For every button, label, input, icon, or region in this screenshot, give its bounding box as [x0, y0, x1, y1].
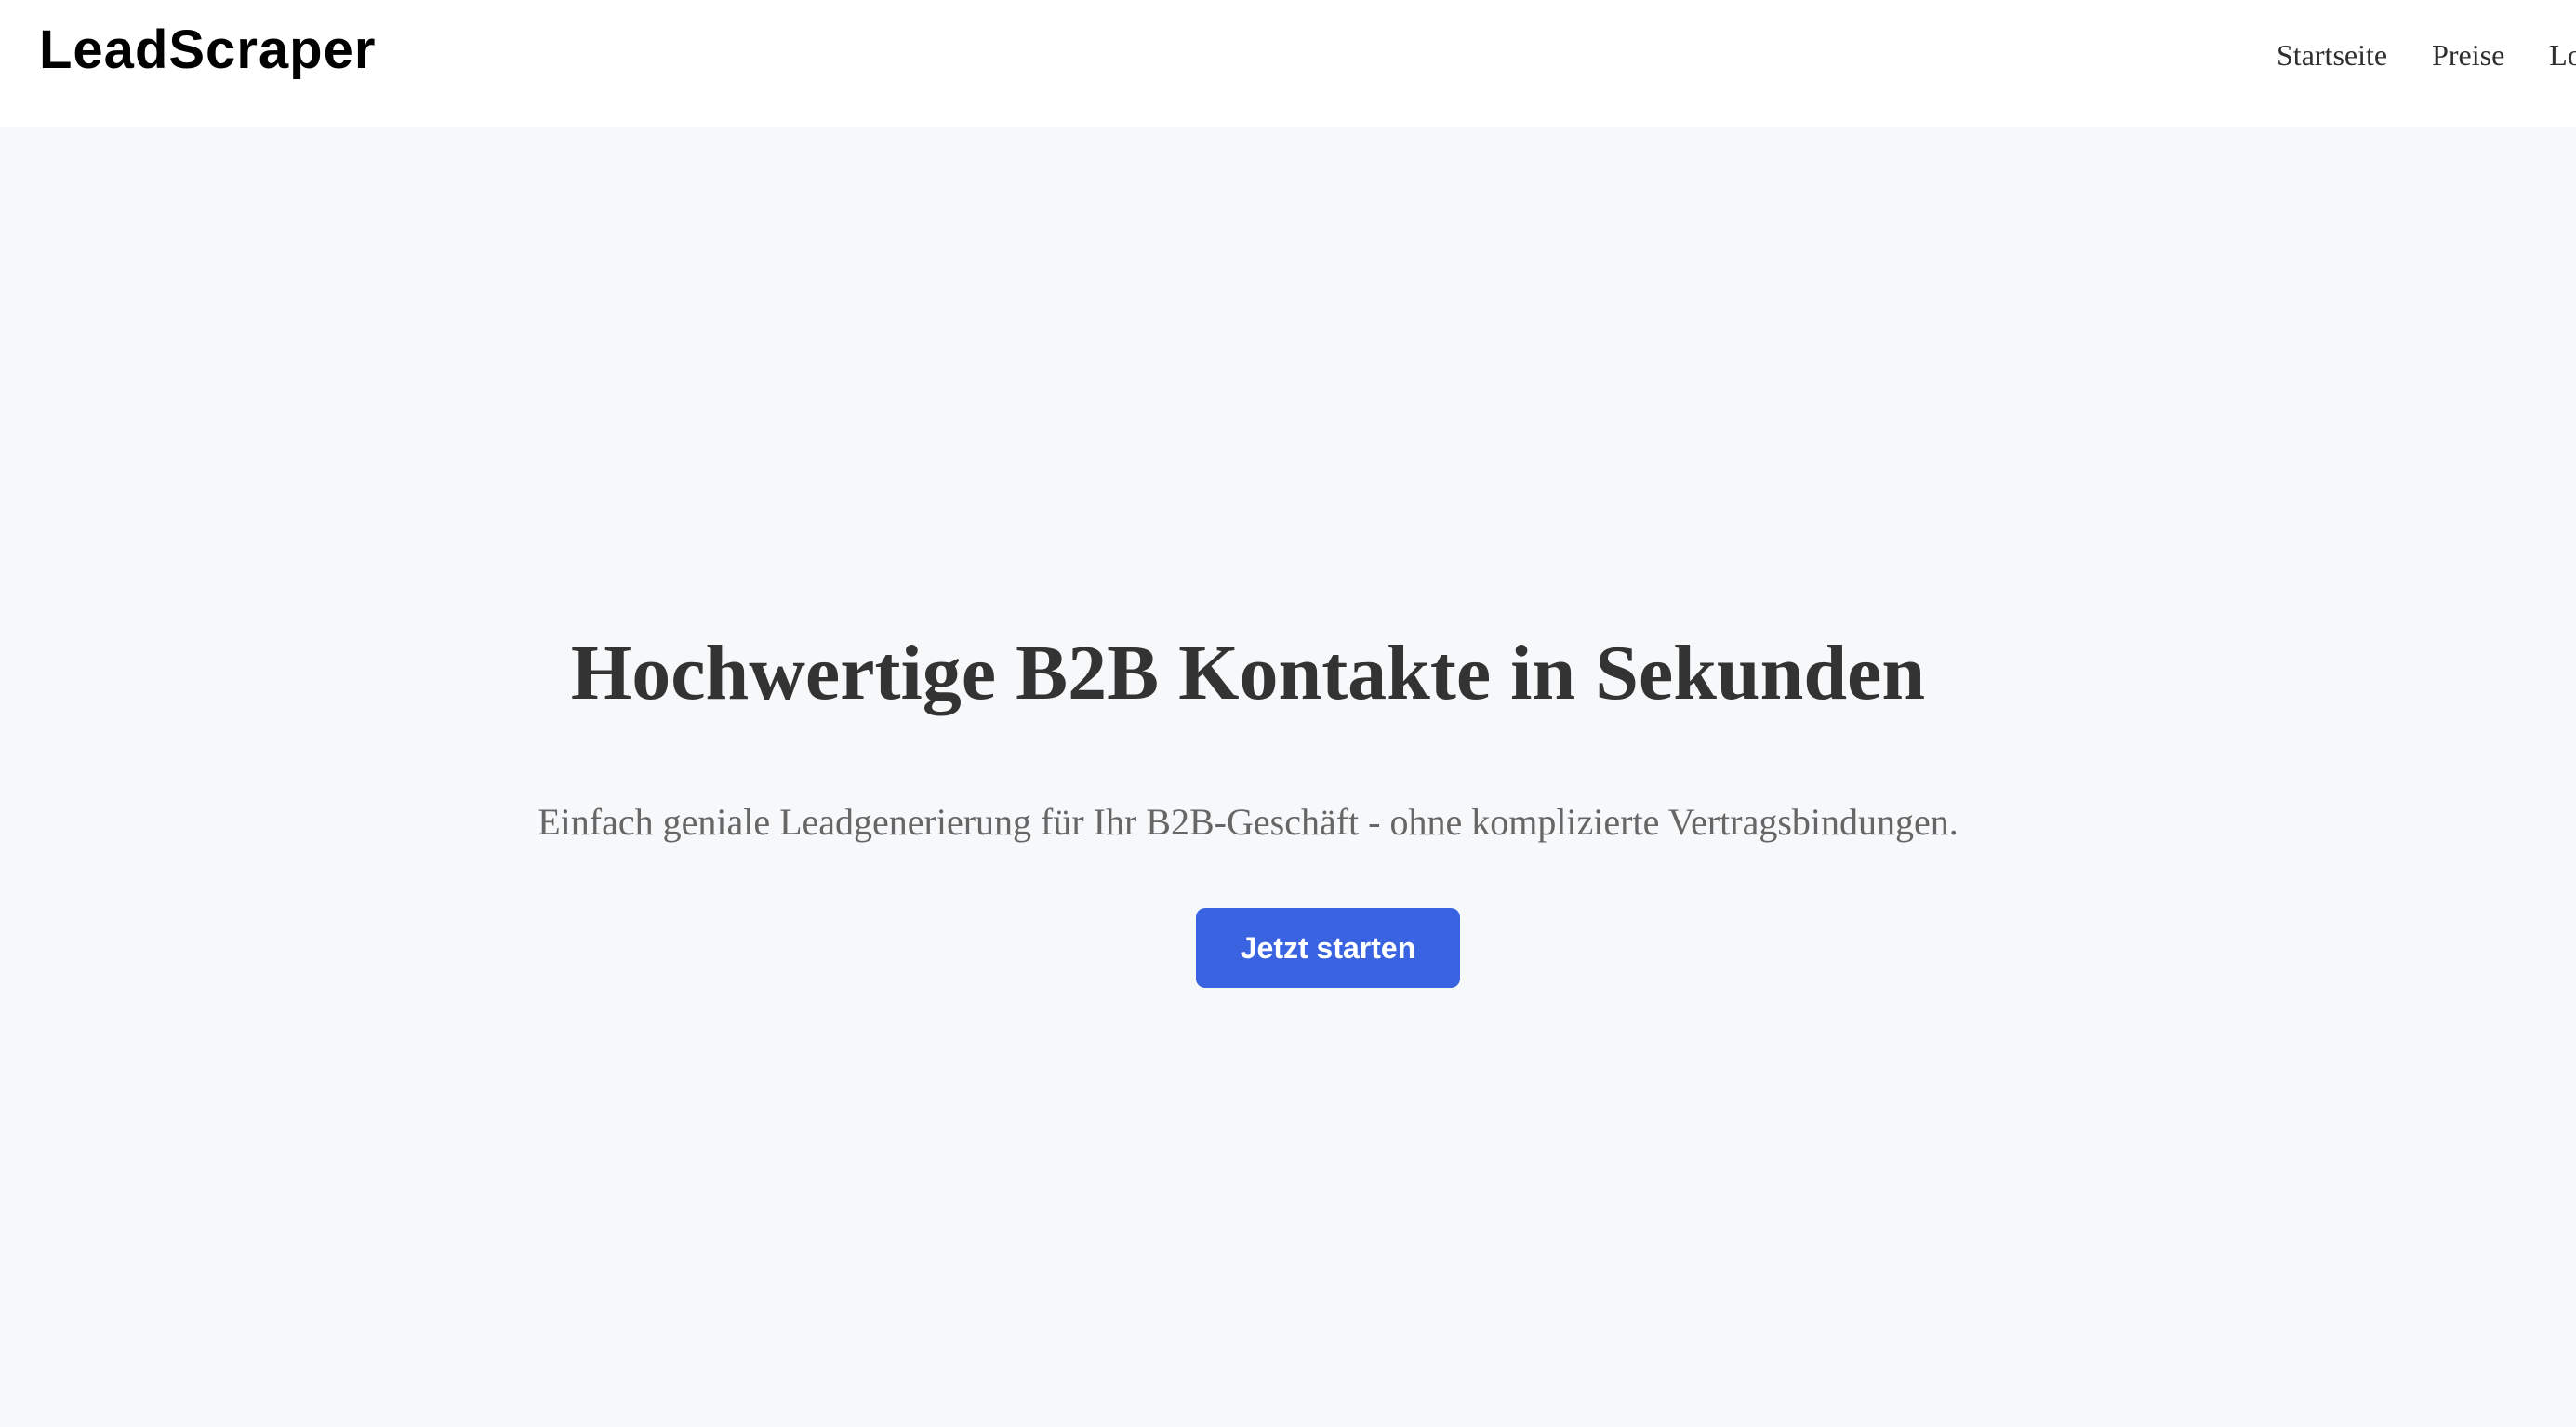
nav-link-login[interactable]: Lo [2549, 37, 2576, 73]
hero-title: Hochwertige B2B Kontakte in Sekunden [570, 630, 1926, 716]
hero-subtitle: Einfach geniale Leadgenerierung für Ihr … [538, 801, 1959, 843]
site-header: LeadScraper Startseite Preise Lo [0, 0, 2576, 127]
nav-link-preise[interactable]: Preise [2432, 37, 2504, 73]
start-now-button[interactable]: Jetzt starten [1196, 908, 1460, 988]
brand-logo[interactable]: LeadScraper [39, 20, 376, 80]
hero-section: Hochwertige B2B Kontakte in Sekunden Ein… [0, 127, 2576, 1427]
nav-link-startseite[interactable]: Startseite [2277, 37, 2387, 73]
main-nav: Startseite Preise Lo [2277, 37, 2576, 73]
